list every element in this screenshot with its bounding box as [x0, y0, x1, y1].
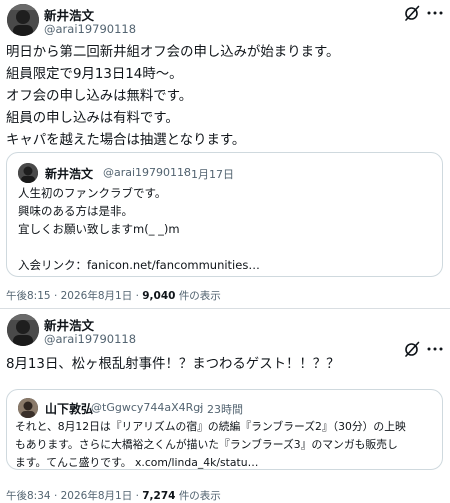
quoted-text-line: 宜しくお願い致しますm(_ _)m — [18, 222, 180, 236]
quoted-text: 人生初のファンクラブです。 興味のある方は是非。宜しくお願い致しますm(_ _)m… — [18, 184, 260, 274]
quoted-author-handle: @tGgwcy744aX4Rgj — [91, 401, 204, 414]
footer-separator: · — [53, 290, 58, 302]
tweet[interactable]: 新井浩文 @arai19790118 8月13日、松ヶ根乱射事件！？まつわるゲス… — [0, 308, 450, 503]
view-count-label: 件の表示 — [178, 490, 221, 502]
tweet[interactable]: 新井浩文 @arai19790118 明日から第二回新井組オフ会の申し込みが始ま… — [0, 0, 450, 308]
quoted-tweet[interactable]: 山下敦弘 @tGgwcy744aX4Rgj · 23時間 それと、8月12日は『… — [6, 389, 443, 470]
tweet-text: 8月13日、松ヶ根乱射事件！？まつわるゲスト！！？？ — [6, 354, 340, 376]
tweet-date[interactable]: 2026年8月1日 — [61, 290, 133, 302]
view-count[interactable]: 9,040 — [142, 290, 175, 302]
quoted-meta-separator: · — [183, 166, 187, 179]
tweet-footer: 午後8:34 · 2026年8月1日 · 7,274 件の表示 — [6, 488, 221, 503]
author-handle[interactable]: @arai19790118 — [44, 22, 136, 36]
author-avatar[interactable] — [7, 4, 39, 36]
quoted-text-line: 興味のある方は是非。 — [18, 204, 133, 218]
tweet-text: 明日から第二回新井組オフ会の申し込みが始まります。 組員限定で9月13日14時〜。… — [6, 42, 339, 152]
grok-slash-icon[interactable] — [403, 4, 421, 22]
quoted-meta-separator: · — [199, 401, 203, 414]
tweet-time[interactable]: 午後8:15 — [6, 290, 51, 302]
author-avatar[interactable] — [7, 314, 39, 346]
tweet-text-line: 8月13日、松ヶ根乱射事件！？まつわるゲスト！！？？ — [6, 357, 340, 372]
footer-separator: · — [135, 290, 139, 302]
footer-separator: · — [135, 490, 139, 502]
quoted-text-line: 入会リンク：fanicon.net/fancommunities… — [18, 258, 260, 272]
tweet-text-line: 組員限定で9月13日14時〜。 — [6, 67, 183, 82]
grok-slash-icon[interactable] — [403, 340, 421, 358]
quoted-text-line: もあります。さらに大橋裕之くんが描いた『ランブラーズ3』のマンガも販売し — [15, 438, 398, 451]
tweet-date[interactable]: 2026年8月1日 — [61, 490, 133, 502]
quoted-author-handle: @arai19790118 — [103, 166, 192, 179]
tweet-time[interactable]: 午後8:34 — [6, 490, 51, 502]
quoted-text-line: 人生初のファンクラブです。 — [18, 186, 167, 200]
author-handle[interactable]: @arai19790118 — [44, 332, 136, 346]
quoted-date: 23時間 — [207, 403, 243, 416]
view-count[interactable]: 7,274 — [142, 490, 175, 502]
view-count-label: 件の表示 — [178, 290, 221, 302]
quoted-date: 1月17日 — [191, 168, 234, 181]
quoted-text-line: それと、8月12日は『リアリズムの宿』の続編『ランブラーズ2』（30分）の上映 — [15, 420, 406, 433]
quoted-author-avatar — [18, 398, 38, 418]
quoted-text-line: ます。てんこ盛りです。 x.com/linda_4k/statu… — [15, 456, 259, 469]
tweet-footer: 午後8:15 · 2026年8月1日 · 9,040 件の表示 — [6, 288, 221, 303]
quoted-text: それと、8月12日は『リアリズムの宿』の続編『ランブラーズ2』（30分）の上映も… — [15, 418, 406, 472]
quoted-tweet[interactable]: 新井浩文 @arai19790118 · 1月17日 人生初のファンクラブです。… — [6, 152, 443, 277]
quoted-author-name: 新井浩文 — [45, 167, 94, 181]
tweet-text-line: 組員の申し込みは有料です。 — [6, 111, 179, 126]
more-horizontal-icon[interactable] — [426, 340, 444, 358]
quoted-author-avatar — [18, 163, 38, 183]
quoted-author-name: 山下敦弘 — [45, 402, 94, 416]
tweet-text-line: オフ会の申し込みは無料です。 — [6, 89, 193, 104]
tweet-text-line: 明日から第二回新井組オフ会の申し込みが始まります。 — [6, 45, 340, 60]
footer-separator: · — [53, 490, 58, 502]
quoted-text-line — [18, 238, 260, 256]
more-horizontal-icon[interactable] — [426, 4, 444, 22]
tweet-text-line: キャパを越えた場合は抽選となります。 — [6, 133, 246, 148]
